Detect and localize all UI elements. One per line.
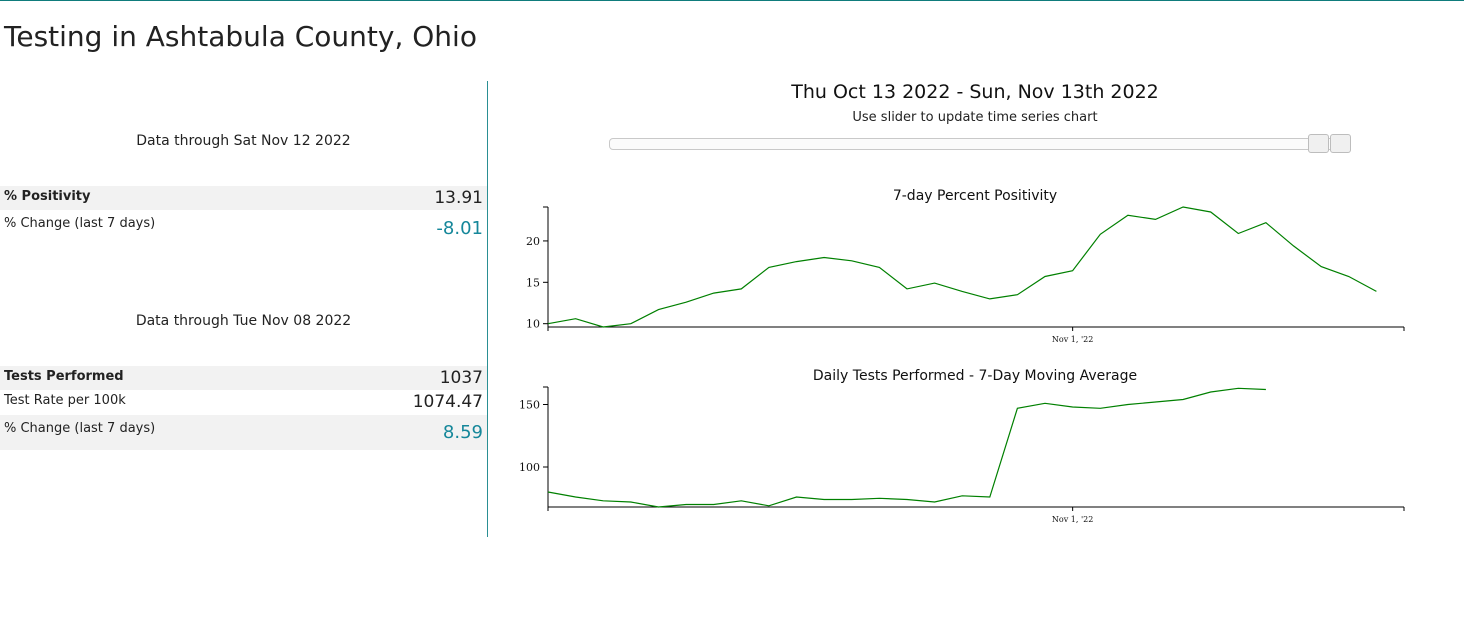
positivity-change-row: % Change (last 7 days) -8.01 [0,210,487,244]
positivity-value: 13.91 [434,188,483,208]
y-tick-label: 20 [526,235,540,248]
x-tick-label: Nov 1, '22 [1052,335,1093,344]
slider-hint: Use slider to update time series chart [852,110,1098,125]
y-tick-label: 100 [519,461,540,474]
tests-change-row: % Change (last 7 days) 8.59 [0,415,487,450]
tests-performed-label: Tests Performed [4,369,124,384]
tests-data-through: Data through Tue Nov 08 2022 [135,313,352,329]
date-range-label: Thu Oct 13 2022 - Sun, Nov 13th 2022 [791,81,1159,103]
test-rate-label: Test Rate per 100k [4,393,126,408]
positivity-change-value: -8.01 [436,218,483,239]
positivity-label: % Positivity [4,189,91,204]
tests-performed-row: Tests Performed 1037 [0,366,487,390]
series-line [547,206,1377,328]
y-tick-label: 10 [526,318,540,331]
panel-divider [487,81,488,537]
test-rate-value: 1074.47 [412,392,483,412]
positivity-row: % Positivity 13.91 [0,186,487,210]
y-tick-label: 150 [519,399,540,412]
positivity-change-label: % Change (last 7 days) [4,216,156,231]
slider-end-handle[interactable] [1330,134,1351,153]
tests-change-value: 8.59 [442,422,483,443]
slider-start-handle[interactable] [1308,134,1329,153]
positivity-data-through: Data through Sat Nov 12 2022 [136,133,351,149]
tests-performed-value: 1037 [439,368,483,388]
y-tick-label: 15 [526,276,540,289]
date-range-slider-track[interactable] [609,138,1351,150]
positivity-chart: 10 15 20 Nov 1, '22 [526,206,1405,344]
top-accent-rule [0,0,1464,1]
series-line [547,387,1266,508]
x-tick-label: Nov 1, '22 [1052,515,1093,524]
test-rate-row: Test Rate per 100k 1074.47 [0,390,487,415]
tests-chart: 100 150 Nov 1, '22 [519,386,1405,524]
tests-change-label: % Change (last 7 days) [4,421,156,436]
page-title: Testing in Ashtabula County, Ohio [4,20,477,53]
